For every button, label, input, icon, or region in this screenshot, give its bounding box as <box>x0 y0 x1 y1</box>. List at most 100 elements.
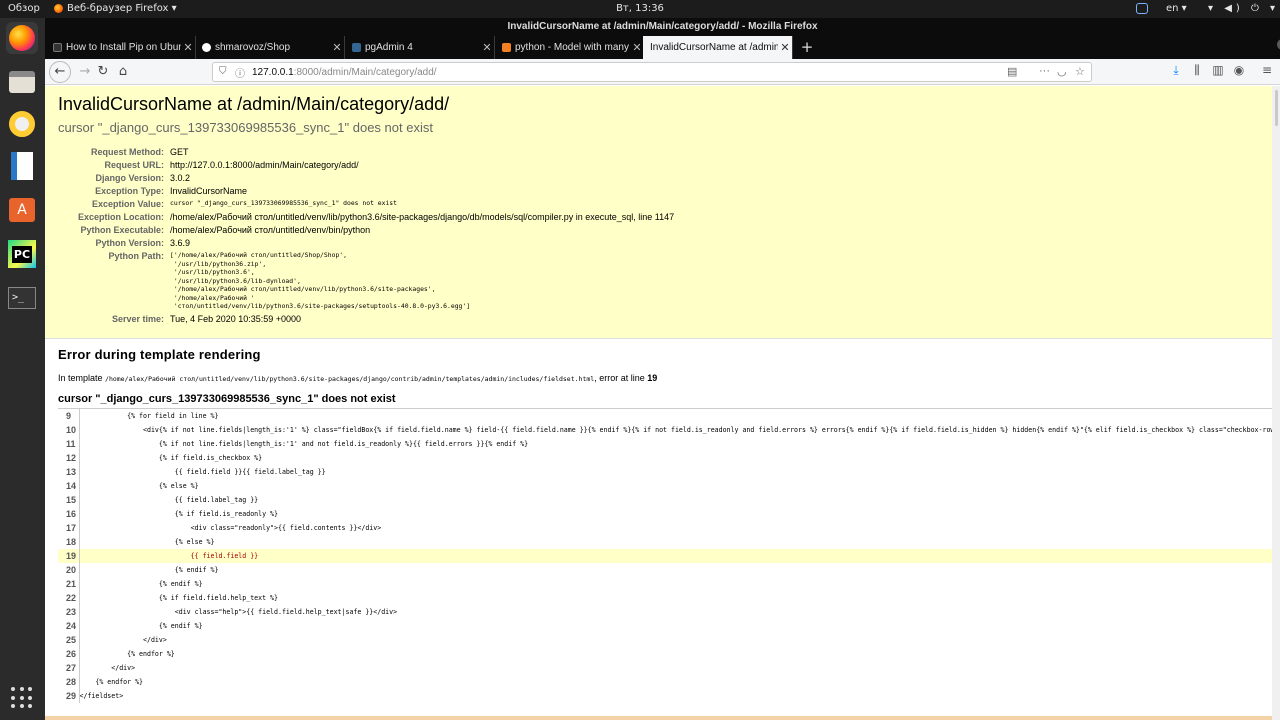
meta-value: InvalidCursorName <box>170 186 248 196</box>
close-tab-icon[interactable]: ✕ <box>480 41 494 54</box>
line-number: 27 <box>58 660 80 675</box>
software-center-icon: A <box>9 198 35 222</box>
tab-label: shmarovoz/Shop <box>215 42 291 53</box>
meta-row: Server time: Tue, 4 Feb 2020 10:35:59 +00… <box>58 312 674 325</box>
close-tab-icon[interactable]: ✕ <box>778 41 792 54</box>
meta-row: Exception Value: cursor "_django_curs_139… <box>58 197 674 210</box>
line-code: {% if field.is_checkbox %} <box>79 453 263 462</box>
language-selector[interactable]: en ▾ <box>1166 3 1187 14</box>
tab-github-shop[interactable]: shmarovoz/Shop ✕ <box>195 36 345 59</box>
line-code: {% endif %} <box>79 565 219 574</box>
tab-invalid-cursor[interactable]: InvalidCursorName at /admin ✕ <box>643 36 793 59</box>
close-tab-icon[interactable]: ✕ <box>181 41 195 54</box>
dock-pycharm[interactable]: PC <box>6 238 38 270</box>
system-status-icons[interactable]: ▾ ◀) ⏻ ▾ <box>1208 3 1279 14</box>
page-title: InvalidCursorName at /admin/Main/categor… <box>58 94 450 114</box>
meta-value: /home/alex/Рабочий стол/untitled/venv/li… <box>170 212 675 222</box>
pycharm-icon: PC <box>8 240 36 268</box>
downloads-icon[interactable]: ⤓ <box>1168 63 1184 78</box>
line-code: {% else %} <box>79 537 215 546</box>
firefox-icon <box>9 25 35 51</box>
meta-row: Request Method: GET <box>58 145 674 158</box>
line-code: {% endif %} <box>79 579 203 588</box>
stackoverflow-icon <box>502 43 511 52</box>
line-number: 13 <box>58 464 80 479</box>
hamburger-menu-icon[interactable]: ≡ <box>1259 63 1275 77</box>
reader-view-icon[interactable]: ▤ <box>1007 65 1017 78</box>
source-line: 29 </fieldset> <box>58 688 1272 703</box>
source-line: 25 </div> <box>58 632 1272 647</box>
meta-label: Exception Location: <box>77 212 164 222</box>
line-number: 9 <box>58 408 80 423</box>
line-code: <div class="readonly">{{ field.contents … <box>79 523 382 532</box>
tracking-shield-icon[interactable]: ⛉ <box>219 66 227 77</box>
bookmark-star-icon[interactable]: ☆ <box>1075 65 1085 78</box>
files-icon <box>9 71 35 93</box>
tray-app-icon[interactable] <box>1136 3 1148 14</box>
template-location: In template /home/alex/Рабочий стол/unti… <box>58 373 1259 383</box>
source-line: 14 {% else %} <box>58 478 1272 493</box>
source-line: 27 </div> <box>58 660 1272 675</box>
dock-software-center[interactable]: A <box>6 194 38 226</box>
tab-label: python - Model with many <box>515 42 629 53</box>
meta-value: cursor "_django_curs_139733069985536_syn… <box>170 199 398 207</box>
tab-label: How to Install Pip on Ubuntu <box>66 42 181 53</box>
meta-row: Django Version: 3.0.2 <box>58 171 674 184</box>
page-scrollbar[interactable] <box>1272 86 1280 720</box>
meta-row: Request URL: http://127.0.0.1:8000/admin/… <box>58 158 674 171</box>
dock-files[interactable] <box>6 66 38 98</box>
line-number: 11 <box>58 436 80 451</box>
template-location-prefix: In template <box>58 373 106 383</box>
close-tab-icon[interactable]: ✕ <box>330 41 344 54</box>
url-host: 127.0.0.1 <box>252 67 294 78</box>
meta-value: /home/alex/Рабочий стол/untitled/venv/bi… <box>170 225 371 235</box>
source-line: 21 {% endif %} <box>58 576 1272 591</box>
dock-libreoffice-writer[interactable] <box>6 150 38 182</box>
scrollbar-thumb[interactable] <box>1275 90 1278 126</box>
sidebar-icon[interactable]: ▥ <box>1210 63 1226 77</box>
close-tab-icon[interactable]: ✕ <box>630 41 644 54</box>
clock[interactable]: Вт, 13:36 <box>0 3 1280 14</box>
library-icon[interactable]: ⫼ <box>1189 63 1205 78</box>
meta-row: Python Executable: /home/alex/Рабочий сто… <box>58 223 674 236</box>
dock-firefox[interactable] <box>6 22 38 54</box>
show-applications-button[interactable] <box>6 682 38 714</box>
github-icon <box>202 43 211 52</box>
template-error-heading: Error during template rendering <box>58 347 261 362</box>
page-actions-icon[interactable]: ··· <box>1039 65 1050 77</box>
pgadmin-icon <box>352 43 361 52</box>
meta-label: Exception Value: <box>91 199 164 209</box>
tab-stackoverflow[interactable]: python - Model with many ✕ <box>495 36 645 59</box>
source-line: 28 {% endfor %} <box>58 674 1272 689</box>
pocket-icon[interactable]: ◡ <box>1057 65 1067 78</box>
site-info-icon[interactable]: ⓘ <box>235 65 245 80</box>
error-summary: InvalidCursorName at /admin/Main/categor… <box>45 86 1272 339</box>
tab-pip-ubuntu[interactable]: How to Install Pip on Ubuntu ✕ <box>46 36 196 59</box>
tab-pgadmin[interactable]: pgAdmin 4 ✕ <box>345 36 495 59</box>
source-line: 22 {% if field.field.help_text %} <box>58 590 1272 605</box>
forward-button[interactable]: → <box>75 62 95 82</box>
dock-terminal[interactable]: >_ <box>6 282 38 314</box>
site-favicon-icon <box>53 43 62 52</box>
home-button[interactable]: ⌂ <box>113 62 133 82</box>
url-bar[interactable]: ⛉ ⓘ 127.0.0.1:8000/admin/Main/category/a… <box>212 62 1092 82</box>
dock-rhythmbox[interactable] <box>6 108 38 140</box>
reload-button[interactable]: ↻ <box>93 62 113 82</box>
url-text[interactable]: 127.0.0.1:8000/admin/Main/category/add/ <box>252 67 437 78</box>
line-code: {% endif %} <box>79 621 203 630</box>
meta-label: Django Version: <box>95 173 164 183</box>
source-line: 9 {% for field in line %} <box>58 408 1272 423</box>
line-number: 24 <box>58 618 80 633</box>
new-tab-button[interactable]: + <box>797 36 817 59</box>
line-number: 21 <box>58 576 80 591</box>
line-code: {% if not line.fields|length_is:'1' and … <box>79 439 529 448</box>
line-code: </div> <box>79 663 136 672</box>
page-bottom-edge <box>45 716 1272 720</box>
meta-label: Exception Type: <box>95 186 164 196</box>
line-code: </div> <box>79 635 167 644</box>
back-button[interactable]: ← <box>49 61 71 83</box>
rhythmbox-icon <box>9 111 35 137</box>
account-icon[interactable]: ◉ <box>1231 63 1247 77</box>
line-code: {% endfor %} <box>79 649 175 658</box>
source-line: 19 {{ field.field }} <box>58 548 1272 563</box>
